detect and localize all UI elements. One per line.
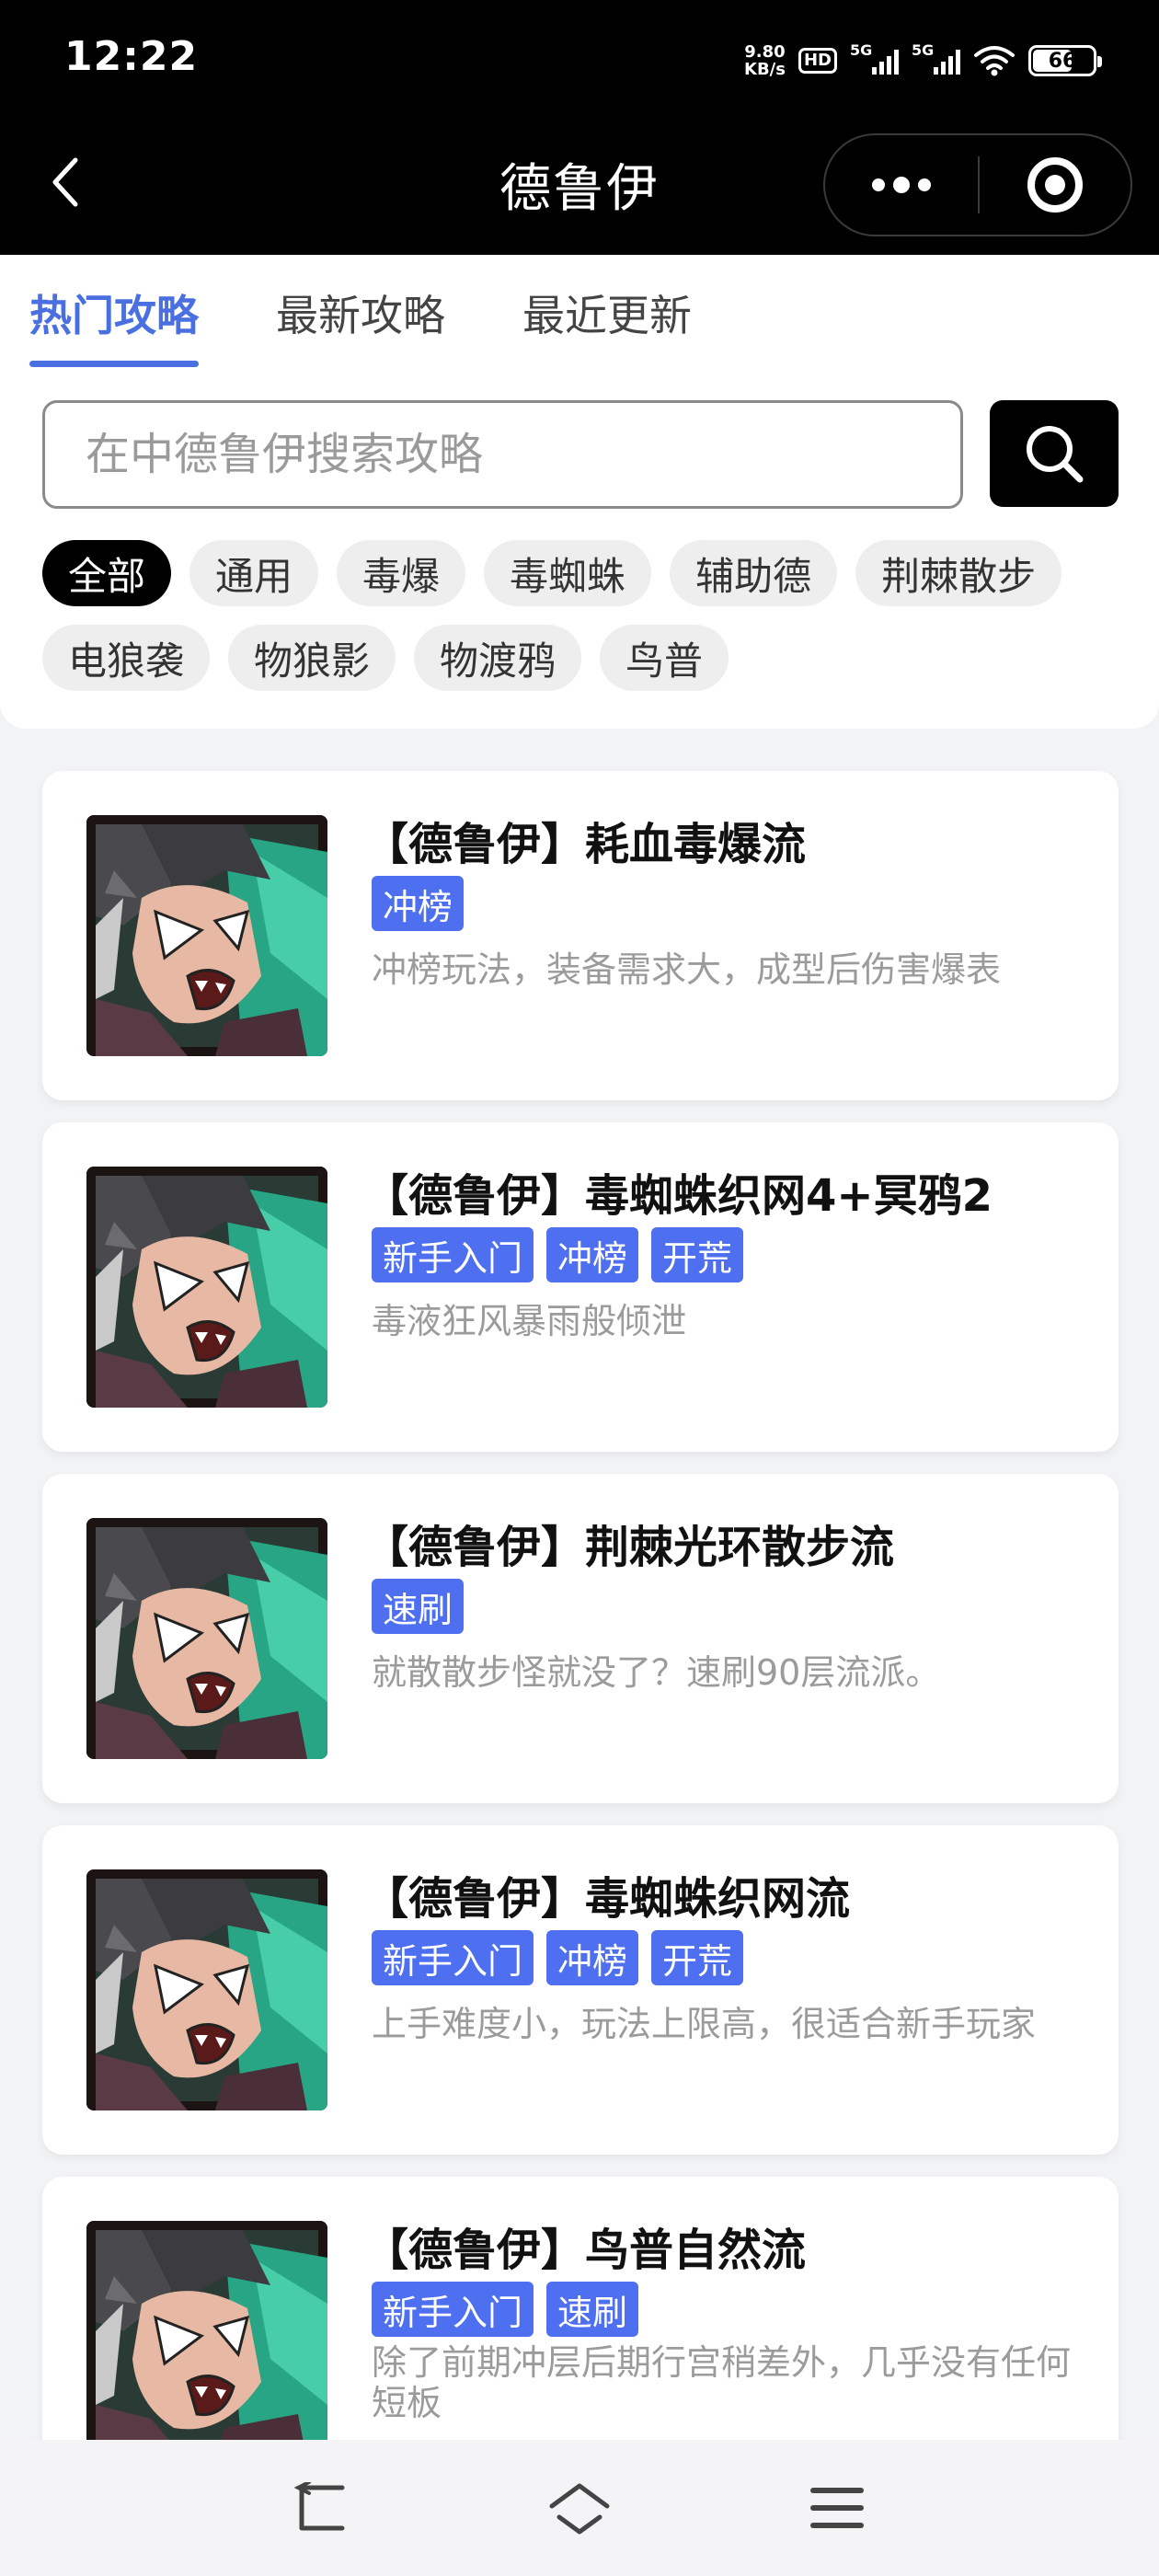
search-button[interactable]: [990, 400, 1119, 507]
guide-tags: 速刷: [372, 1579, 465, 1634]
filter-panel: 热门攻略 最新攻略 最近更新 全部 通用 毒爆 毒蜘蛛 辅助德 荆棘散步 电狼袭…: [0, 255, 1159, 729]
sim2-label: 5G: [912, 41, 935, 59]
guide-title: 【德鲁伊】荆棘光环散步流: [364, 1522, 895, 1573]
battery-icon: 66: [1028, 45, 1102, 76]
guide-tag: 速刷: [546, 2282, 639, 2337]
guide-tag: 开荒: [651, 1930, 744, 1985]
guide-card[interactable]: 【德鲁伊】荆棘光环散步流 速刷 就散散步怪就没了？速刷90层流派。: [42, 1474, 1119, 1803]
network-speed-unit: KB/s: [744, 60, 786, 79]
guide-description: 毒液狂风暴雨般倾泄: [372, 1301, 687, 1341]
guide-tags: 新手入门 冲榜 开荒: [372, 1930, 744, 1985]
guide-card[interactable]: 【德鲁伊】毒蜘蛛织网流 新手入门 冲榜 开荒 上手难度小，玩法上限高，很适合新手…: [42, 1825, 1119, 2155]
guide-description: 上手难度小，玩法上限高，很适合新手玩家: [372, 2004, 1037, 2044]
tab-bar: 热门攻略 最新攻略 最近更新: [29, 282, 769, 367]
system-nav-bar: [0, 2440, 1159, 2576]
guide-title: 【德鲁伊】耗血毒爆流: [364, 819, 807, 870]
tab-hot-guides[interactable]: 热门攻略: [29, 282, 199, 367]
nav-menu-icon[interactable]: [800, 2471, 874, 2545]
guide-description: 就散散步怪就没了？速刷90层流派。: [372, 1652, 941, 1693]
guide-tag: 冲榜: [372, 876, 465, 931]
more-dots-icon[interactable]: [825, 135, 978, 235]
druid-portrait-image: [86, 1167, 327, 1408]
guide-card[interactable]: 【德鲁伊】毒蜘蛛织网4+冥鸦2 新手入门 冲榜 开荒 毒液狂风暴雨般倾泄: [42, 1122, 1119, 1452]
search-input[interactable]: [86, 429, 920, 480]
druid-portrait-image: [86, 815, 327, 1056]
signal-icon-sim1: 5G: [850, 41, 899, 75]
hd-icon: HD: [798, 48, 837, 74]
guide-tags: 新手入门 冲榜 开荒: [372, 1227, 744, 1282]
druid-portrait-image: [86, 2221, 327, 2453]
target-close-icon[interactable]: [980, 135, 1130, 235]
filter-chip[interactable]: 通用: [189, 540, 319, 606]
guide-tag: 开荒: [651, 1227, 744, 1282]
filter-chip[interactable]: 辅助德: [670, 540, 838, 606]
guide-tags: 新手入门 速刷: [372, 2282, 639, 2337]
filter-chip[interactable]: 物渡鸦: [414, 625, 582, 691]
guide-description: 除了前期冲层后期行宫稍差外，几乎没有任何短板: [372, 2342, 1072, 2423]
guide-tag: 冲榜: [546, 1227, 639, 1282]
search-icon: [1027, 426, 1084, 483]
search-field[interactable]: [42, 400, 963, 509]
signal-icon-sim2: 5G: [912, 41, 960, 75]
filter-chip[interactable]: 电狼袭: [42, 625, 211, 691]
sim1-label: 5G: [850, 41, 873, 59]
tab-recently-updated[interactable]: 最近更新: [522, 282, 692, 367]
filter-chip[interactable]: 荆棘散步: [855, 540, 1062, 606]
filter-chip[interactable]: 毒爆: [337, 540, 466, 606]
mini-program-capsule: [823, 133, 1132, 236]
guide-card[interactable]: 【德鲁伊】耗血毒爆流 冲榜 冲榜玩法，装备需求大，成型后伤害爆表: [42, 771, 1119, 1100]
guide-title: 【德鲁伊】鸟普自然流: [364, 2225, 807, 2276]
filter-chip[interactable]: 鸟普: [600, 625, 729, 691]
tab-latest-guides[interactable]: 最新攻略: [276, 282, 445, 367]
guide-tags: 冲榜: [372, 876, 465, 931]
filter-chip[interactable]: 物狼影: [228, 625, 396, 691]
druid-portrait-image: [86, 1518, 327, 1759]
druid-portrait-image: [86, 1869, 327, 2110]
filter-chip[interactable]: 毒蜘蛛: [484, 540, 652, 606]
nav-back-icon[interactable]: [285, 2471, 359, 2545]
status-time: 12:22: [64, 33, 199, 80]
guide-tag: 新手入门: [372, 2282, 534, 2337]
guide-tag: 速刷: [372, 1579, 465, 1634]
wifi-icon: [974, 46, 1015, 76]
guide-description: 冲榜玩法，装备需求大，成型后伤害爆表: [372, 949, 1002, 990]
guide-title: 【德鲁伊】毒蜘蛛织网流: [364, 1873, 851, 1925]
top-bar: 12:22 9.80 KB/s HD 5G 5G 66 德鲁伊: [0, 0, 1159, 255]
status-icons: 9.80 KB/s HD 5G 5G 66: [744, 37, 1102, 85]
network-speed: 9.80 KB/s: [744, 43, 786, 78]
guide-tag: 新手入门: [372, 1930, 534, 1985]
nav-home-icon[interactable]: [543, 2471, 616, 2545]
guide-tag: 新手入门: [372, 1227, 534, 1282]
guide-tag: 冲榜: [546, 1930, 639, 1985]
filter-chip-all[interactable]: 全部: [42, 540, 172, 606]
network-speed-value: 9.80: [744, 42, 786, 62]
category-filters: 全部 通用 毒爆 毒蜘蛛 辅助德 荆棘散步 电狼袭 物狼影 物渡鸦 鸟普: [42, 540, 1128, 691]
guide-title: 【德鲁伊】毒蜘蛛织网4+冥鸦2: [364, 1170, 993, 1222]
battery-level: 66: [1048, 49, 1077, 73]
guide-card[interactable]: 【德鲁伊】鸟普自然流 新手入门 速刷 除了前期冲层后期行宫稍差外，几乎没有任何短…: [42, 2177, 1119, 2453]
